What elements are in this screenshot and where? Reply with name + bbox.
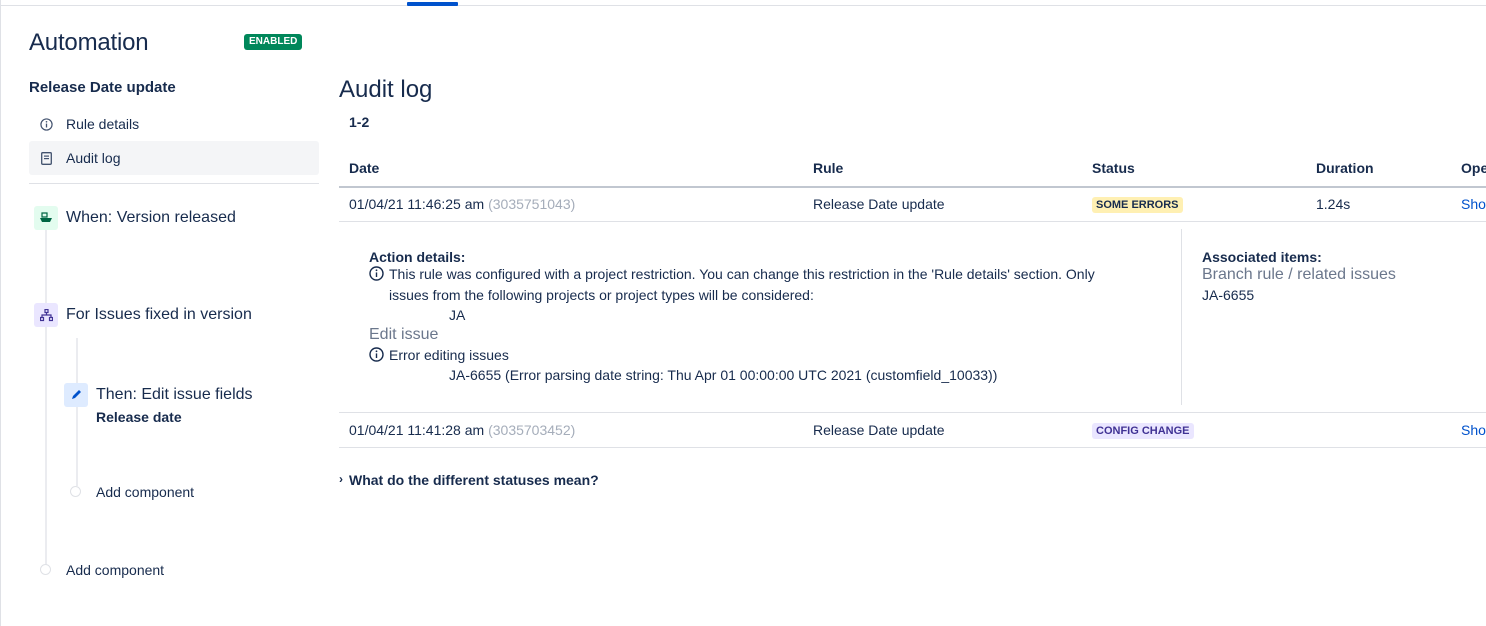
row-1-execution-id: (3035751043) [488,196,576,212]
rule-enabled-badge[interactable]: ENABLED [244,34,303,50]
document-icon [39,151,53,165]
row-1-duration: 1.24s [1316,196,1351,212]
action-details-heading: Action details: [369,249,466,265]
nav-audit-log-label: Audit log [66,150,121,166]
add-component-inner[interactable]: Add component [96,484,194,500]
column-header-rule: Rule [813,160,844,176]
info-icon [39,117,53,131]
restriction-message-line-1: This rule was configured with a project … [389,266,1095,282]
window-left-border [0,0,1,626]
error-info-icon [369,347,384,362]
row-2-date: 01/04/21 11:41:28 am [349,422,485,438]
add-component-dot-inner [70,486,81,497]
action-edit-issue-label: Edit issue [369,326,439,343]
inner-track-line [76,338,78,486]
restriction-message-line-2: issues from the following projects or pr… [389,287,814,303]
row-2-divider [339,447,1486,448]
row-2-rule: Release Date update [813,422,945,438]
error-detail: JA-6655 (Error parsing date string: Thu … [449,367,998,383]
trigger-version-released[interactable]: When: Version released [66,209,236,227]
page-title: Audit log [339,76,433,103]
rule-name-heading: Release Date update [29,79,176,96]
active-tab-indicator [407,2,458,6]
row-2-status-badge: CONFIG CHANGE [1092,423,1194,439]
chevron-right-icon: › [339,472,343,486]
outer-track-line [45,230,47,566]
row-2-execution-id: (3035703452) [488,422,576,438]
row-1-rule: Release Date update [813,196,945,212]
app-title: Automation [29,29,149,56]
table-row-1-date: 01/04/21 11:46:25 am (3035751043) [349,196,575,212]
nav-rule-details-label: Rule details [66,116,140,132]
details-divider [1181,229,1182,405]
header-divider [339,186,1486,188]
sidebar-divider [29,183,319,184]
status-help-label: What do the different statuses mean? [349,472,599,488]
row-1-status-badge: SOME ERRORS [1092,197,1183,213]
branch-issues-fixed-in-version[interactable]: For Issues fixed in version [66,306,252,324]
pencil-icon[interactable] [64,383,88,407]
details-bottom-divider [339,412,1486,413]
associated-issue-link[interactable]: JA-6655 [1202,285,1254,305]
action-edit-issue-fields[interactable]: Then: Edit issue fields [96,386,253,404]
status-help-toggle[interactable]: › What do the different statuses mean? [339,472,599,488]
column-header-duration: Duration [1316,160,1374,176]
branch-icon[interactable] [34,303,58,327]
ship-icon[interactable] [34,206,58,230]
associated-items-type: Branch rule / related issues [1202,266,1396,283]
column-header-date: Date [349,160,380,176]
info-icon [369,266,384,281]
associated-items-heading: Associated items: [1202,249,1322,265]
top-nav-border [0,5,1486,6]
nav-rule-details[interactable]: Rule details [29,107,319,141]
add-component-dot-outer [40,564,51,575]
table-row-2-date: 01/04/21 11:41:28 am (3035703452) [349,422,575,438]
row-1-divider [339,221,1486,222]
add-component-outer[interactable]: Add component [66,562,164,578]
column-header-status: Status [1092,160,1135,176]
row-1-show-link[interactable]: Sho [1461,196,1486,212]
column-header-operations: Ope [1461,160,1486,176]
result-range: 1-2 [349,114,370,130]
nav-audit-log[interactable]: Audit log [29,141,319,175]
action-field-release-date: Release date [96,409,182,425]
error-editing-issues: Error editing issues [389,347,509,363]
row-2-show-link[interactable]: Sho [1461,422,1486,438]
restricted-project: JA [449,307,466,323]
row-1-date: 01/04/21 11:46:25 am [349,196,485,212]
